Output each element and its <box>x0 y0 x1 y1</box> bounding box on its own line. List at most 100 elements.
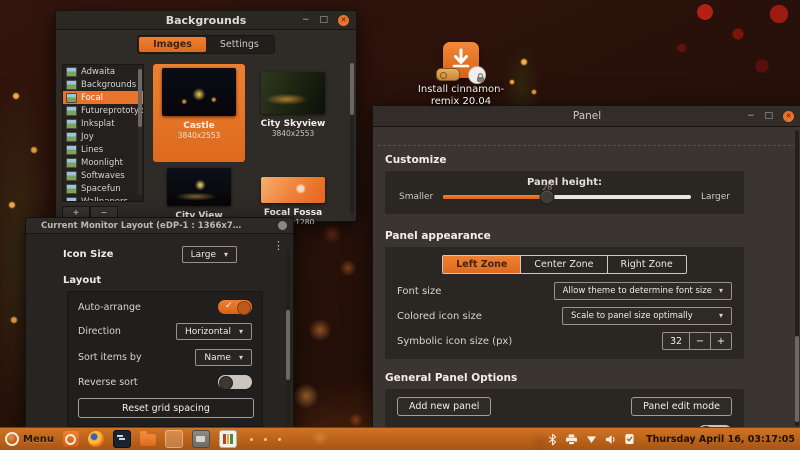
layout-titlebar[interactable]: Current Monitor Layout (eDP-1 : 1366x7… <box>26 218 293 234</box>
zone-tabs: Left Zone Center Zone Right Zone <box>395 255 734 274</box>
sort-items-dropdown[interactable]: Name <box>195 349 252 366</box>
image-folder-icon <box>66 145 77 155</box>
folder-item-joy[interactable]: Joy <box>63 130 143 143</box>
window-minimize-button[interactable]: − <box>747 112 755 121</box>
stepper-decrement-button[interactable]: − <box>690 332 711 350</box>
folder-item-lines[interactable]: Lines <box>63 143 143 156</box>
tab-left-zone[interactable]: Left Zone <box>443 256 520 273</box>
screen: Install cinnamon-remix 20.04 Backgrounds… <box>0 0 800 450</box>
sort-items-label: Sort items by <box>78 352 142 363</box>
wallpaper-grid: Castle 3840x2553 City Skyview 3840x2553 … <box>153 64 350 224</box>
tab-settings[interactable]: Settings <box>206 37 273 52</box>
toggle-knob <box>237 301 251 315</box>
panel-window-scrollbar[interactable] <box>795 130 799 426</box>
panel-height-label: Panel height: <box>395 177 734 188</box>
chevron-down-icon <box>224 250 228 260</box>
panel-edit-mode-button[interactable]: Panel edit mode <box>631 397 732 416</box>
desktop-icon-install-cinnamon[interactable]: Install cinnamon-remix 20.04 <box>406 42 516 108</box>
panel-window: Panel − □ ✕ Customize Panel height: Smal… <box>372 105 800 431</box>
icon-size-dropdown[interactable]: Large <box>182 246 237 263</box>
folder-item-backgrounds[interactable]: Backgrounds <box>63 78 143 91</box>
panel-height-slider[interactable]: 28 <box>443 195 691 199</box>
taskbar: Menu Thursday April 16, 03:1 <box>0 427 800 450</box>
wallpaper-grid-scrollbar[interactable] <box>350 62 354 214</box>
wallpaper-card-city-view[interactable]: City View <box>153 164 245 224</box>
window-close-button[interactable]: ✕ <box>783 111 794 122</box>
backgrounds-body: Adwaita Backgrounds Focal Futureprototyp… <box>56 58 356 224</box>
icon-size-label: Icon Size <box>63 249 113 260</box>
window-list-indicators[interactable] <box>250 438 281 441</box>
network-icon[interactable] <box>586 435 597 444</box>
image-folder-icon <box>66 80 77 90</box>
window-menu-button[interactable] <box>278 221 287 230</box>
lock-emblem-icon <box>468 66 486 84</box>
folder-item-futureprototype[interactable]: Futureprototype <box>63 104 143 117</box>
stepper-increment-button[interactable]: + <box>711 332 732 350</box>
reverse-sort-toggle[interactable] <box>218 375 252 389</box>
colored-icon-size-dropdown[interactable]: Scale to panel size optimally <box>562 307 732 325</box>
slider-max-label: Larger <box>701 192 730 202</box>
chevron-down-icon <box>239 353 243 363</box>
folder-list: Adwaita Backgrounds Focal Futureprototyp… <box>62 64 144 202</box>
layout-window-scrollbar[interactable] <box>286 250 290 428</box>
add-new-panel-button[interactable]: Add new panel <box>397 397 491 416</box>
kebab-menu-icon[interactable] <box>273 240 284 251</box>
image-folder-icon <box>66 158 77 168</box>
folder-item-wallpapers[interactable]: Wallpapers <box>63 195 143 202</box>
folder-item-softwaves[interactable]: Softwaves <box>63 169 143 182</box>
terminal-icon[interactable] <box>113 430 131 448</box>
folder-list-scrollbar[interactable] <box>138 67 142 195</box>
monitor-layout-window: Current Monitor Layout (eDP-1 : 1366x7… … <box>25 217 294 437</box>
firefox-icon[interactable] <box>88 431 104 447</box>
download-arrow-icon <box>450 48 472 70</box>
layout-card: Auto-arrange Direction Horizontal Sort i… <box>67 291 263 427</box>
tab-center-zone[interactable]: Center Zone <box>520 256 606 273</box>
key-emblem-icon <box>436 68 460 81</box>
reset-grid-spacing-button[interactable]: Reset grid spacing <box>78 398 254 418</box>
reverse-sort-label: Reverse sort <box>78 377 138 388</box>
window-maximize-button[interactable]: □ <box>319 16 328 25</box>
wallpaper-thumbnail-city-skyview <box>261 72 325 114</box>
appearance-card: Left Zone Center Zone Right Zone Font si… <box>385 247 744 359</box>
image-viewer-icon[interactable] <box>219 430 237 448</box>
menu-button[interactable]: Menu <box>5 432 54 446</box>
auto-arrange-toggle[interactable] <box>218 300 252 314</box>
folder-item-adwaita[interactable]: Adwaita <box>63 65 143 78</box>
window-minimize-button[interactable]: − <box>302 16 310 25</box>
tab-images[interactable]: Images <box>139 37 206 52</box>
panel-titlebar[interactable]: Panel − □ ✕ <box>373 106 800 127</box>
appearance-heading: Panel appearance <box>385 230 800 242</box>
folder-item-moonlight[interactable]: Moonlight <box>63 156 143 169</box>
menu-label: Menu <box>23 434 54 445</box>
general-options-heading: General Panel Options <box>385 372 800 384</box>
slider-thumb[interactable] <box>540 190 555 205</box>
volume-icon[interactable] <box>605 434 616 445</box>
folder-item-focal[interactable]: Focal <box>63 91 143 104</box>
screenshot-tool-icon[interactable] <box>192 430 210 448</box>
installer-launcher-icon[interactable] <box>165 430 183 448</box>
driver-manager-icon[interactable] <box>63 431 79 447</box>
clock[interactable]: Thursday April 16, 03:17:05 <box>646 434 795 445</box>
font-size-label: Font size <box>397 286 441 297</box>
printer-icon[interactable] <box>565 434 578 445</box>
direction-dropdown[interactable]: Horizontal <box>176 323 252 340</box>
wallpaper-card-city-skyview[interactable]: City Skyview 3840x2553 <box>247 64 339 162</box>
folder-item-spacefun[interactable]: Spacefun <box>63 182 143 195</box>
stepper-value[interactable]: 32 <box>662 332 690 350</box>
wallpaper-card-castle[interactable]: Castle 3840x2553 <box>153 64 245 162</box>
window-maximize-button[interactable]: □ <box>764 112 773 121</box>
file-manager-icon[interactable] <box>140 434 156 446</box>
folder-item-inksplat[interactable]: Inksplat <box>63 117 143 130</box>
tab-right-zone[interactable]: Right Zone <box>607 256 686 273</box>
image-folder-icon <box>66 184 77 194</box>
window-close-button[interactable]: ✕ <box>338 15 349 26</box>
image-folder-icon <box>66 132 77 142</box>
chevron-down-icon <box>239 327 243 337</box>
system-tray: Thursday April 16, 03:17:05 <box>548 433 795 446</box>
updates-shield-icon[interactable] <box>624 433 635 445</box>
wallpaper-card-focal-fossa[interactable]: Focal Fossa 3840x1280 <box>247 164 339 224</box>
font-size-dropdown[interactable]: Allow theme to determine font size <box>554 282 732 300</box>
layout-window-title: Current Monitor Layout (eDP-1 : 1366x7… <box>26 221 278 231</box>
backgrounds-titlebar[interactable]: Backgrounds − □ ✕ <box>56 11 356 30</box>
bluetooth-icon[interactable] <box>548 433 557 446</box>
